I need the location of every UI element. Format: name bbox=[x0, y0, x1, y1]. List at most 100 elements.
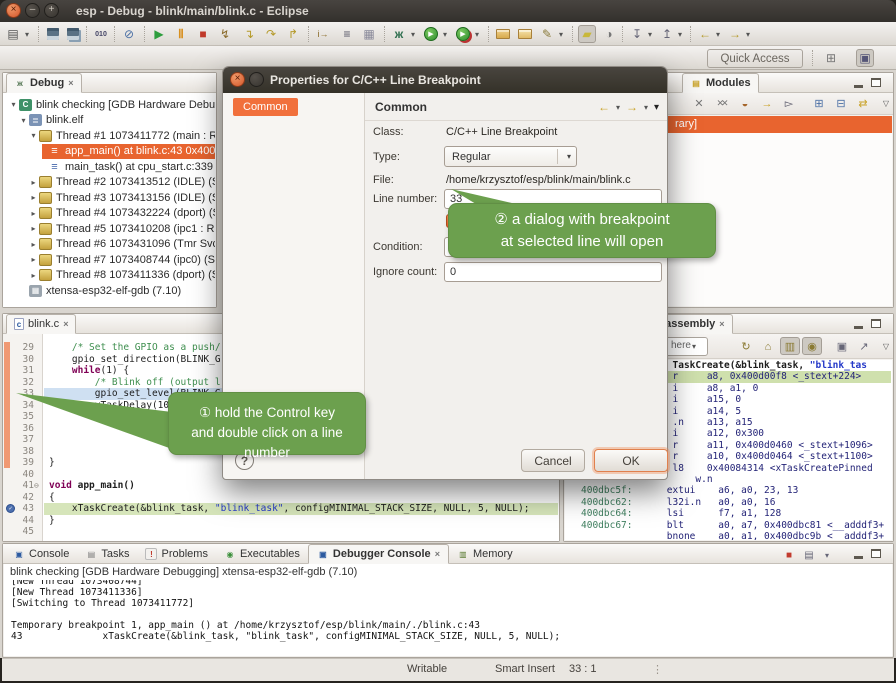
console-body[interactable]: blink checking [GDB Hardware Debugging] … bbox=[4, 564, 892, 656]
external-tools-dropdown-icon[interactable]: ▾ bbox=[472, 25, 482, 43]
new-dropdown-icon[interactable]: ▾ bbox=[22, 25, 32, 43]
open-project-icon[interactable] bbox=[494, 25, 512, 43]
expand-all-icon[interactable]: ⊞ bbox=[809, 94, 829, 113]
tab-tasks[interactable]: ▤Tasks bbox=[77, 544, 137, 564]
highlighter-icon[interactable]: ▰ bbox=[578, 25, 596, 43]
code-line[interactable]: 41⊖void app_main() bbox=[3, 480, 558, 492]
disasm-row[interactable]: bnone a0, a1, 0x400dbc9b <__adddf3+ bbox=[566, 531, 891, 540]
save-icon[interactable] bbox=[44, 25, 62, 43]
step-return-icon[interactable]: ↱ bbox=[284, 25, 302, 43]
close-icon[interactable]: × bbox=[719, 319, 724, 329]
maximize-icon[interactable] bbox=[871, 78, 881, 87]
instruction-stepping-icon[interactable]: i→ bbox=[314, 25, 332, 43]
terminate-console-icon[interactable]: ■ bbox=[781, 548, 797, 562]
tab-problems[interactable]: !Problems bbox=[137, 544, 215, 564]
disasm-row[interactable]: 400dbc64: lsi f7, a1, 128 bbox=[566, 508, 891, 519]
suspend-icon[interactable]: Ⅱ bbox=[172, 25, 190, 43]
code-line[interactable]: 44} bbox=[3, 515, 558, 527]
window-minimize-icon[interactable]: – bbox=[25, 3, 40, 18]
export-dropdown-icon[interactable]: ▾ bbox=[675, 25, 685, 43]
show-source-icon[interactable]: ▥ bbox=[780, 337, 800, 355]
new-wizard-icon[interactable]: ▤ bbox=[4, 25, 22, 43]
sync-selection-icon[interactable]: ◉ bbox=[802, 337, 822, 355]
refresh-icon[interactable]: ↻ bbox=[736, 337, 756, 356]
disasm-row[interactable]: 400dbc62: l32i.n a0, a0, 16 bbox=[566, 497, 891, 508]
view-menu-icon[interactable]: ▽ bbox=[876, 337, 896, 356]
back-dropdown-icon[interactable]: ▾ bbox=[713, 25, 723, 43]
terminate-icon[interactable]: ■ bbox=[194, 25, 212, 43]
tree-item-thread3[interactable]: ▸Thread #3 1073413156 (IDLE) (Susp bbox=[4, 190, 215, 206]
maximize-icon[interactable] bbox=[871, 319, 881, 328]
minimize-icon[interactable] bbox=[854, 319, 863, 329]
back-icon[interactable]: ← bbox=[696, 25, 714, 43]
minimize-icon[interactable] bbox=[854, 549, 863, 559]
chevron-down-icon[interactable]: ▾ bbox=[692, 342, 696, 351]
skip-all-breakpoints-icon[interactable]: ⊘ bbox=[120, 25, 138, 43]
open-perspective-icon[interactable]: ⊞ bbox=[822, 49, 840, 67]
tree-item-elf[interactable]: ▾≣blink.elf bbox=[4, 113, 215, 129]
close-icon[interactable]: × bbox=[435, 549, 440, 559]
tree-item-frame-main-task[interactable]: ≡main_task() at cpu_start.c:339 0x4 bbox=[4, 159, 215, 175]
ignore-count-field[interactable] bbox=[444, 262, 662, 282]
export-trace-icon[interactable]: ↥ bbox=[658, 25, 676, 43]
step-into-icon[interactable]: ↴ bbox=[240, 25, 258, 43]
fold-marker-icon[interactable]: ⊖ bbox=[34, 480, 39, 492]
tab-executables[interactable]: ◉Executables bbox=[216, 544, 308, 564]
close-icon[interactable]: × bbox=[68, 78, 73, 88]
tree-item-thread1[interactable]: ▾Thread #1 1073411772 (main : Runn bbox=[4, 128, 215, 144]
import-trace-icon[interactable]: ↧ bbox=[628, 25, 646, 43]
console-output[interactable]: [New Thread 1073408744] [New Thread 1073… bbox=[4, 580, 892, 656]
binary-console-icon[interactable]: 010 bbox=[92, 25, 110, 43]
import-dropdown-icon[interactable]: ▾ bbox=[645, 25, 655, 43]
maximize-icon[interactable] bbox=[871, 549, 881, 558]
forward-icon[interactable]: → bbox=[726, 25, 744, 43]
debug-dropdown-icon[interactable]: ▾ bbox=[408, 25, 418, 43]
remove-icon[interactable]: ✕ bbox=[689, 94, 709, 113]
code-line[interactable]: 42{ bbox=[3, 492, 558, 504]
open-folder-icon[interactable] bbox=[516, 25, 534, 43]
remove-all-icon[interactable]: ✕✕ bbox=[711, 94, 731, 113]
tab-blink-c[interactable]: c blink.c × bbox=[6, 314, 76, 334]
sidebar-item-common[interactable]: Common bbox=[233, 98, 298, 116]
console-menu-icon[interactable]: ▾ bbox=[819, 548, 835, 562]
run-dropdown-icon[interactable]: ▾ bbox=[440, 25, 450, 43]
cancel-button[interactable]: Cancel bbox=[521, 449, 585, 472]
minimize-icon[interactable] bbox=[854, 78, 863, 88]
tree-item-thread5[interactable]: ▸Thread #5 1073410208 (ipc1 : Runni bbox=[4, 221, 215, 237]
view-menu-icon[interactable]: ▾ bbox=[654, 102, 659, 113]
annotate-dropdown-icon[interactable]: ▾ bbox=[556, 25, 566, 43]
run-launch-icon[interactable]: ▶ bbox=[422, 25, 440, 43]
step-over-icon[interactable]: ↷ bbox=[262, 25, 280, 43]
tree-item-thread6[interactable]: ▸Thread #6 1073431096 (Tmr Svc) (S bbox=[4, 237, 215, 253]
tab-console[interactable]: ▣Console bbox=[5, 544, 77, 564]
forward-icon[interactable]: → bbox=[626, 100, 638, 114]
debug-perspective-icon[interactable]: ▣ bbox=[856, 49, 874, 67]
code-line-43-current[interactable]: ✓43 xTaskCreate(&blink_task, "blink_task… bbox=[3, 503, 558, 515]
tab-memory[interactable]: ▥Memory bbox=[449, 544, 521, 564]
quick-access-button[interactable]: Quick Access bbox=[707, 49, 803, 68]
tree-item-launch[interactable]: ▾Cblink checking [GDB Hardware Debug bbox=[4, 97, 215, 113]
disconnect-icon[interactable]: ↯ bbox=[216, 25, 234, 43]
back-icon[interactable]: ← bbox=[598, 100, 610, 114]
save-all-icon[interactable] bbox=[64, 25, 82, 43]
tab-debug[interactable]: ж Debug × bbox=[6, 73, 82, 93]
trace-control-icon[interactable]: ▦ bbox=[360, 25, 378, 43]
new-view-icon[interactable]: ▣ bbox=[832, 337, 852, 356]
show-threads-icon[interactable]: ≡ bbox=[338, 25, 356, 43]
dialog-close-icon[interactable]: × bbox=[230, 72, 245, 87]
home-icon[interactable]: ⌂ bbox=[758, 337, 778, 356]
tab-debugger-console[interactable]: ▣Debugger Console× bbox=[308, 544, 449, 564]
disasm-row[interactable]: 400dbc5f: extui a6, a0, 23, 13 bbox=[566, 485, 891, 496]
chevron-down-icon[interactable]: ▾ bbox=[644, 103, 648, 112]
type-select[interactable]: Regular ▾ bbox=[444, 146, 577, 167]
resume-icon[interactable]: ▶ bbox=[150, 25, 168, 43]
tree-item-gdb[interactable]: ▦xtensa-esp32-elf-gdb (7.10) bbox=[4, 283, 215, 299]
window-maximize-icon[interactable]: + bbox=[44, 3, 59, 18]
pin-console-icon[interactable]: ▤ bbox=[801, 548, 817, 562]
tree-item-thread8[interactable]: ▸Thread #8 1073411336 (dport) (Sus bbox=[4, 268, 215, 284]
goto-file-icon[interactable]: → bbox=[757, 94, 777, 113]
tree-item-thread2[interactable]: ▸Thread #2 1073413512 (IDLE) (Susp bbox=[4, 175, 215, 191]
collapse-all-icon[interactable]: ⊟ bbox=[831, 94, 851, 113]
view-menu-icon[interactable]: ▽ bbox=[876, 94, 896, 113]
code-line[interactable]: 45 bbox=[3, 526, 558, 538]
